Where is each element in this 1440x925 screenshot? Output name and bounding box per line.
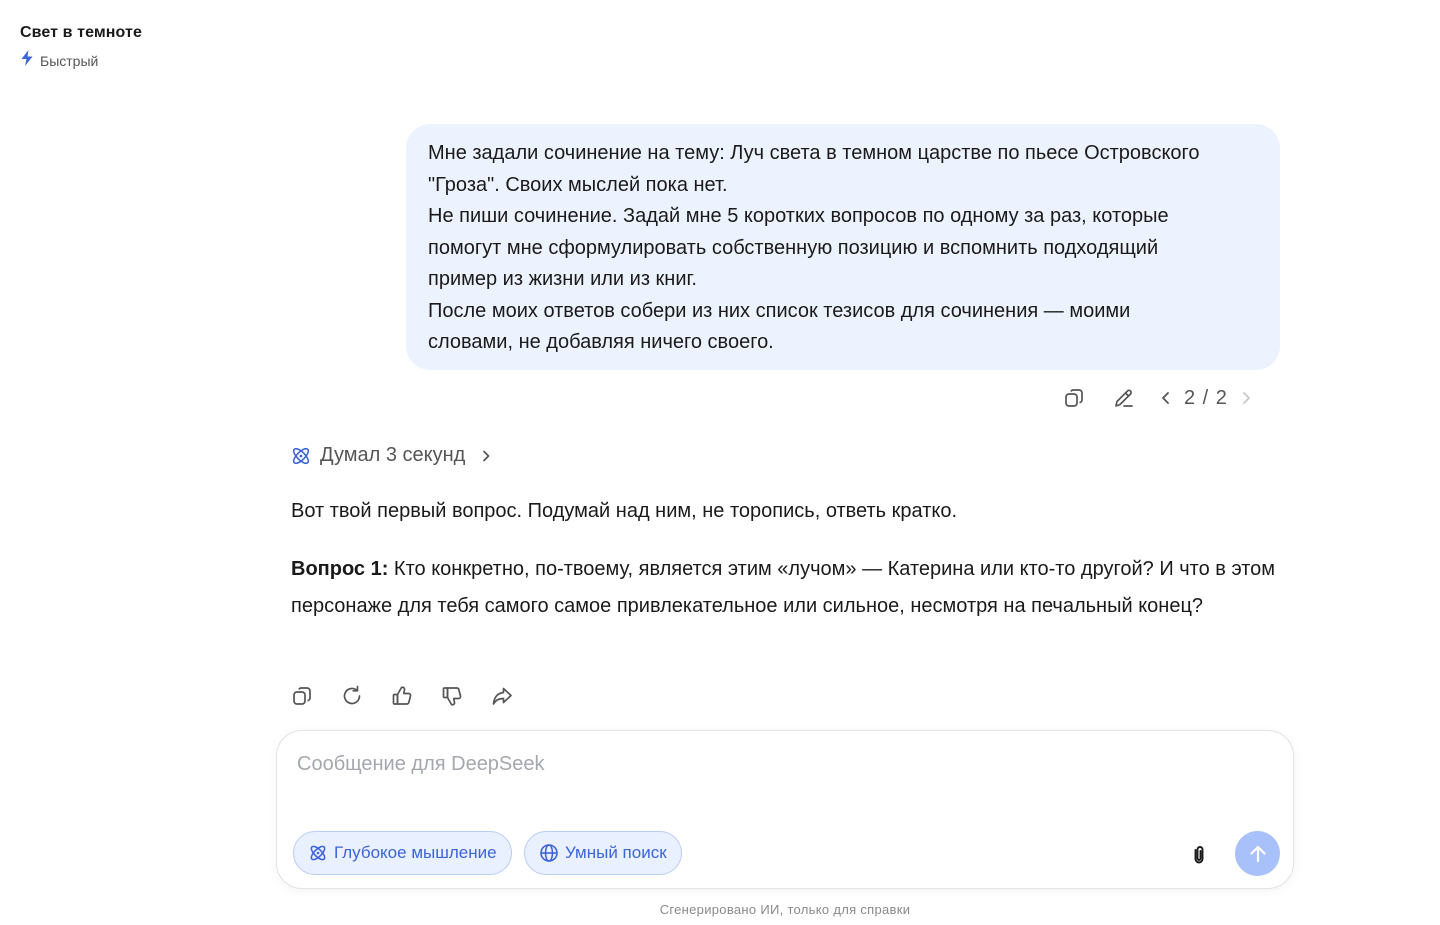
assistant-message: Вот твой первый вопрос. Подумай над ним,… xyxy=(291,496,1291,625)
deep-think-label: Глубокое мышление xyxy=(334,843,497,862)
user-message-actions: 2 / 2 xyxy=(1060,384,1256,412)
send-button[interactable] xyxy=(1235,831,1280,876)
version-counter: 2 / 2 xyxy=(1184,386,1228,409)
refresh-icon xyxy=(343,685,361,705)
answer-question: Вопрос 1: Кто конкретно, по-твоему, явля… xyxy=(291,551,1291,625)
chevron-right-icon xyxy=(1243,392,1250,404)
chevron-right-icon xyxy=(483,450,490,461)
copy-button[interactable] xyxy=(288,682,316,710)
atom-icon xyxy=(310,845,326,861)
copy-icon xyxy=(1065,389,1083,407)
thinking-toggle[interactable]: Думал 3 секунд xyxy=(290,444,493,467)
thumbs-down-icon xyxy=(442,687,462,706)
user-message-line: помогут мне сформулировать собственную п… xyxy=(428,236,1159,259)
next-version-button[interactable] xyxy=(1236,384,1256,412)
share-button[interactable] xyxy=(488,682,516,710)
user-message-line: словами, не добавляя ничего своего. xyxy=(428,331,774,353)
answer-intro: Вот твой первый вопрос. Подумай над ним,… xyxy=(291,500,958,522)
paperclip-icon xyxy=(1194,846,1204,864)
pencil-icon xyxy=(1115,389,1133,407)
user-message-line: Не пиши сочинение. Задай мне 5 коротких … xyxy=(428,205,1169,227)
assistant-message-actions xyxy=(288,682,516,710)
user-message-bubble: Мне задали сочинение на тему: Луч света … xyxy=(406,124,1280,370)
lightning-icon xyxy=(20,50,34,71)
chevron-left-icon xyxy=(1162,392,1169,404)
ai-disclaimer: Сгенерировано ИИ, только для справки xyxy=(659,902,911,917)
copy-button[interactable] xyxy=(1060,384,1088,412)
user-message-line: "Гроза". Своих мыслей пока нет. xyxy=(428,173,728,196)
chat-title: Свет в темноте xyxy=(20,24,142,41)
model-indicator: Быстрый xyxy=(20,50,142,71)
dislike-button[interactable] xyxy=(438,682,466,710)
message-composer: Глубокое мышление Умный поиск xyxy=(276,730,1294,889)
atom-icon xyxy=(292,447,310,464)
thinking-label: Думал 3 секунд xyxy=(320,444,466,466)
edit-button[interactable] xyxy=(1110,384,1138,412)
question-text: Кто конкретно, по-твоему, является этим … xyxy=(291,558,1276,617)
message-input[interactable] xyxy=(297,753,1197,776)
copy-icon xyxy=(293,687,311,705)
user-message-line: пример из жизни или из книг. xyxy=(428,268,697,290)
thumbs-up-icon xyxy=(392,686,412,705)
user-message-line: Мне задали сочинение на тему: Луч света … xyxy=(428,142,1200,164)
share-icon xyxy=(492,687,512,705)
message-version-pager: 2 / 2 xyxy=(1156,384,1256,412)
regenerate-button[interactable] xyxy=(338,682,366,710)
model-label: Быстрый xyxy=(40,52,99,69)
chat-header: Свет в темноте Быстрый xyxy=(20,24,142,71)
globe-icon xyxy=(540,844,558,862)
smart-search-toggle[interactable]: Умный поиск xyxy=(524,831,682,875)
smart-search-label: Умный поиск xyxy=(565,843,667,862)
deep-think-toggle[interactable]: Глубокое мышление xyxy=(293,831,512,875)
previous-version-button[interactable] xyxy=(1156,384,1176,412)
attach-button[interactable] xyxy=(1185,841,1213,869)
arrow-up-icon xyxy=(1249,845,1266,862)
question-label: Вопрос 1: xyxy=(291,558,389,580)
like-button[interactable] xyxy=(388,682,416,710)
user-message-line: После моих ответов собери из них список … xyxy=(428,299,1131,322)
